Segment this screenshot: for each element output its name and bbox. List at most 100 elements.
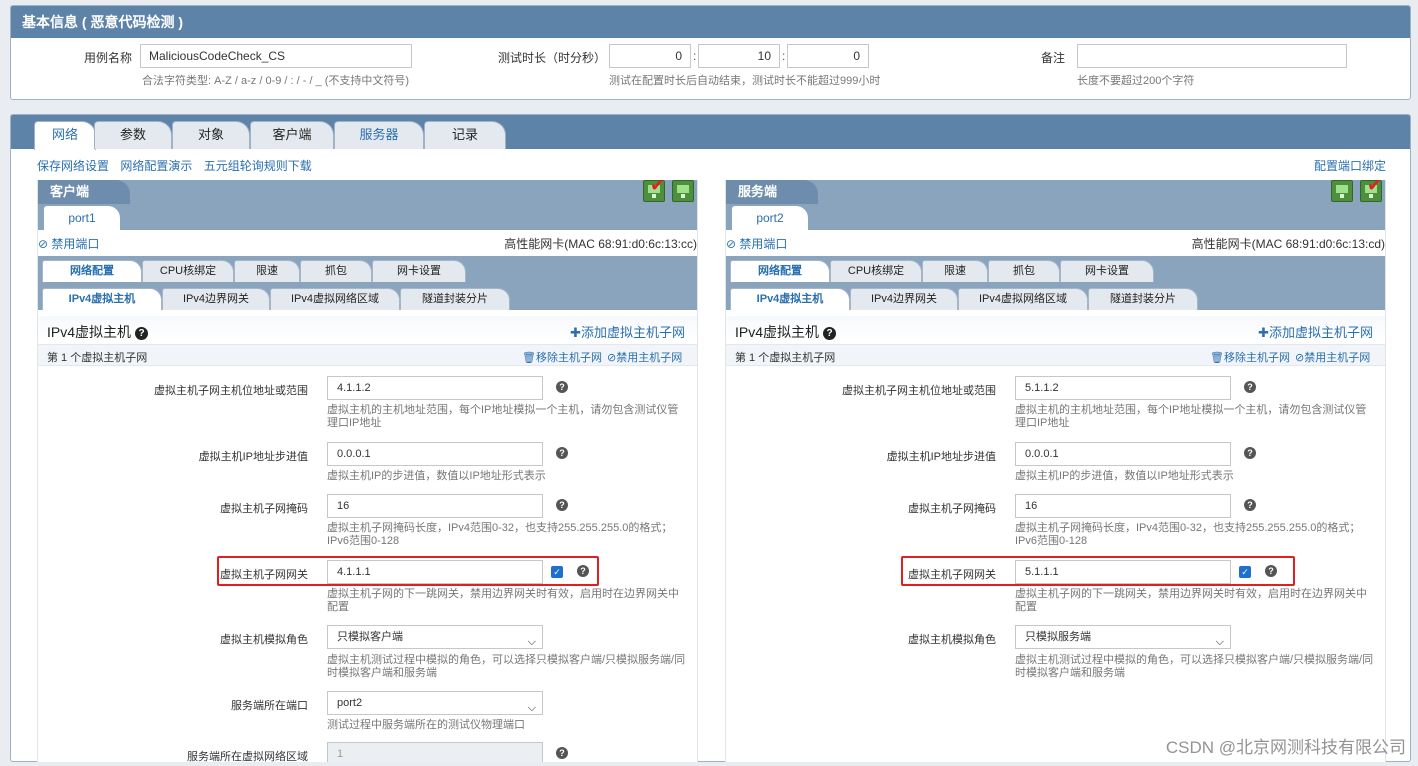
subnet-bar: 第 1 个虚拟主机子网 🗑移除主机子网 ⊘禁用主机子网 xyxy=(726,344,1385,366)
help-icon[interactable]: ? xyxy=(556,499,568,511)
duration-seconds-input[interactable]: 0 xyxy=(787,44,869,68)
duration-hours-input[interactable]: 0 xyxy=(609,44,691,68)
add-subnet-button[interactable]: ✚添加虚拟主机子网 xyxy=(1258,322,1373,341)
host-range-input[interactable]: 4.1.1.2 xyxy=(327,376,543,400)
tab-capture[interactable]: 抓包 xyxy=(988,260,1060,282)
tab-ipv4-zone[interactable]: IPv4虚拟网络区域 xyxy=(958,288,1088,310)
tab-nic-settings[interactable]: 网卡设置 xyxy=(1060,260,1154,282)
disable-port-link[interactable]: ⊘ 禁用端口 xyxy=(38,235,99,252)
basic-info-panel: 基本信息 ( 恶意代码检测 ) 用例名称 MaliciousCodeCheck_… xyxy=(10,5,1411,100)
tab-ipv4-host[interactable]: IPv4虚拟主机 xyxy=(730,288,850,310)
disable-port-link[interactable]: ⊘ 禁用端口 xyxy=(726,235,787,252)
help-icon[interactable]: ? xyxy=(556,747,568,759)
main-tab-bar: 网络 参数 对象 客户端 服务器 记录 xyxy=(11,115,1410,150)
client-panel: 客户端 port1 ✔ ⊘ 禁用端口 高性能网卡(MAC 68:91:d0:6c… xyxy=(37,180,698,762)
tab-server[interactable]: 服务器 xyxy=(334,121,424,149)
tab-log[interactable]: 记录 xyxy=(424,121,506,149)
remark-input[interactable] xyxy=(1077,44,1347,68)
disable-subnet-button[interactable]: ⊘禁用主机子网 xyxy=(607,349,682,365)
help-icon[interactable]: ? xyxy=(556,447,568,459)
tab-port1[interactable]: port1 xyxy=(44,206,120,230)
tab-rate-limit[interactable]: 限速 xyxy=(922,260,988,282)
ip-step-input[interactable]: 0.0.0.1 xyxy=(1015,442,1231,466)
save-network-link[interactable]: 保存网络设置 xyxy=(37,159,109,173)
remark-hint: 长度不要超过200个字符 xyxy=(1077,75,1195,87)
chevron-down-icon: ⌵ xyxy=(527,636,536,648)
server-port-label: 服务端所在端口 xyxy=(231,700,308,712)
help-icon[interactable]: ? xyxy=(823,327,837,340)
tab-network-config[interactable]: 网络配置 xyxy=(730,260,830,282)
help-icon[interactable]: ? xyxy=(556,381,568,393)
remove-subnet-button[interactable]: 🗑移除主机子网 xyxy=(1210,349,1290,365)
gateway-hint: 虚拟主机子网的下一跳网关，禁用边界网关时有效，启用时在边界网关中配置 xyxy=(327,588,679,613)
tab-nic-settings[interactable]: 网卡设置 xyxy=(372,260,466,282)
gateway-input[interactable]: 5.1.1.1 xyxy=(1015,560,1231,584)
host-range-hint: 虚拟主机的主机地址范围，每个IP地址模拟一个主机，请勿包含测试仪管理口IP地址 xyxy=(327,404,679,429)
host-range-hint: 虚拟主机的主机地址范围，每个IP地址模拟一个主机，请勿包含测试仪管理口IP地址 xyxy=(1015,404,1367,429)
help-icon[interactable]: ? xyxy=(1244,381,1256,393)
tab-cpu-bind[interactable]: CPU核绑定 xyxy=(830,260,922,282)
port-bind-link[interactable]: 配置端口绑定 xyxy=(1314,157,1386,174)
section-title: IPv4虚拟主机? xyxy=(735,322,837,342)
tab-rate-limit[interactable]: 限速 xyxy=(234,260,300,282)
host-range-input[interactable]: 5.1.1.2 xyxy=(1015,376,1231,400)
duration-label: 测试时长（时分秒） xyxy=(498,51,607,65)
help-icon[interactable]: ? xyxy=(1244,499,1256,511)
chevron-down-icon: ⌵ xyxy=(527,702,536,714)
help-icon[interactable]: ? xyxy=(1244,447,1256,459)
monitor-check-icon[interactable]: ✔ xyxy=(643,180,665,202)
ip-step-label: 虚拟主机IP地址步进值 xyxy=(886,451,996,463)
monitor-icon[interactable] xyxy=(672,180,694,202)
remove-subnet-button[interactable]: 🗑移除主机子网 xyxy=(522,349,602,365)
server-zone-label: 服务端所在虚拟网络区域 xyxy=(187,751,308,762)
tab-network-config[interactable]: 网络配置 xyxy=(42,260,142,282)
tab-params[interactable]: 参数 xyxy=(94,121,172,149)
toolbar-links: 保存网络设置 网络配置演示 五元组轮询规则下载 xyxy=(37,157,320,174)
tab-ipv4-host[interactable]: IPv4虚拟主机 xyxy=(42,288,162,310)
ip-step-input[interactable]: 0.0.0.1 xyxy=(327,442,543,466)
gateway-input[interactable]: 4.1.1.1 xyxy=(327,560,543,584)
tab-ipv4-zone[interactable]: IPv4虚拟网络区域 xyxy=(270,288,400,310)
tab-ipv4-gateway[interactable]: IPv4边界网关 xyxy=(162,288,270,310)
tab-tunnel-frag[interactable]: 隧道封装分片 xyxy=(1088,288,1198,310)
disable-subnet-button[interactable]: ⊘禁用主机子网 xyxy=(1295,349,1370,365)
ban-icon: ⊘ xyxy=(1295,352,1305,364)
ip-step-hint: 虚拟主机IP的步进值，数值以IP地址形式表示 xyxy=(1015,470,1234,482)
help-icon[interactable]: ? xyxy=(577,565,589,577)
plus-icon: ✚ xyxy=(1258,325,1269,340)
host-role-select[interactable]: 只模拟服务端 ⌵ xyxy=(1015,625,1231,649)
tab-cpu-bind[interactable]: CPU核绑定 xyxy=(142,260,234,282)
add-subnet-button[interactable]: ✚添加虚拟主机子网 xyxy=(570,322,685,341)
help-icon[interactable]: ? xyxy=(135,327,149,340)
tab-capture[interactable]: 抓包 xyxy=(300,260,372,282)
basic-info-title: 基本信息 ( 恶意代码检测 ) xyxy=(11,6,1410,38)
tuple-rule-download-link[interactable]: 五元组轮询规则下载 xyxy=(204,159,312,173)
chevron-down-icon: ⌵ xyxy=(1215,636,1224,648)
gateway-enable-checkbox[interactable]: ✓ xyxy=(551,566,563,578)
help-icon[interactable]: ? xyxy=(1265,565,1277,577)
server-port-bar: ⊘ 禁用端口 高性能网卡(MAC 68:91:d0:6c:13:cd) xyxy=(726,232,1385,252)
subnet-mask-input[interactable]: 16 xyxy=(327,494,543,518)
host-role-label: 虚拟主机模拟角色 xyxy=(220,634,308,646)
tab-port2[interactable]: port2 xyxy=(732,206,808,230)
case-name-input[interactable]: MaliciousCodeCheck_CS xyxy=(140,44,412,68)
tab-tunnel-frag[interactable]: 隧道封装分片 xyxy=(400,288,510,310)
monitor-check-icon[interactable]: ✔ xyxy=(1360,180,1382,202)
monitor-icon[interactable] xyxy=(1331,180,1353,202)
subnet-mask-input[interactable]: 16 xyxy=(1015,494,1231,518)
subnet-mask-label: 虚拟主机子网掩码 xyxy=(220,503,308,515)
server-zone-input[interactable]: 1 xyxy=(327,742,543,762)
host-role-select[interactable]: 只模拟客户端 ⌵ xyxy=(327,625,543,649)
tab-ipv4-gateway[interactable]: IPv4边界网关 xyxy=(850,288,958,310)
gateway-enable-checkbox[interactable]: ✓ xyxy=(1239,566,1251,578)
network-demo-link[interactable]: 网络配置演示 xyxy=(120,159,192,173)
subnet-mask-hint: 虚拟主机子网掩码长度，IPv4范围0-32，也支持255.255.255.0的格… xyxy=(327,522,673,547)
tab-objects[interactable]: 对象 xyxy=(172,121,250,149)
client-ipv4-tabs: IPv4虚拟主机 IPv4边界网关 IPv4虚拟网络区域 隧道封装分片 xyxy=(38,282,697,310)
tab-client[interactable]: 客户端 xyxy=(250,121,334,149)
tab-network[interactable]: 网络 xyxy=(34,121,96,150)
server-port-select[interactable]: port2 ⌵ xyxy=(327,691,543,715)
duration-minutes-input[interactable]: 10 xyxy=(698,44,780,68)
subnet-title: 第 1 个虚拟主机子网 xyxy=(735,352,836,364)
remark-label: 备注 xyxy=(1041,51,1066,65)
